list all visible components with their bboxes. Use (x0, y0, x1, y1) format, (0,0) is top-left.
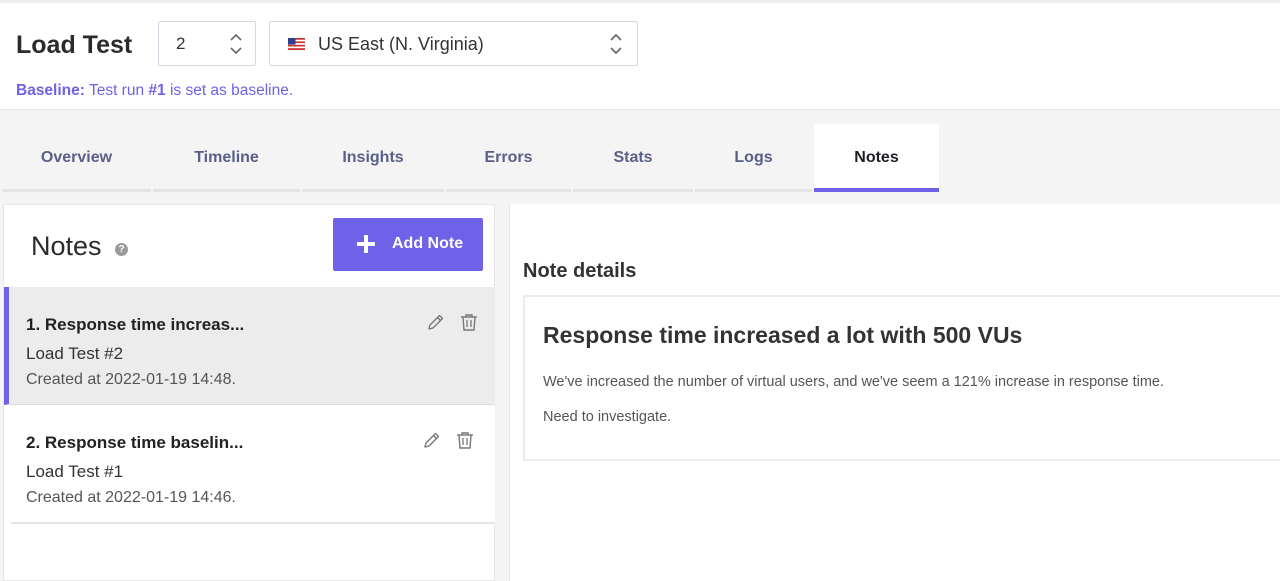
note-details-title: Response time increased a lot with 500 V… (543, 322, 1023, 348)
baseline-run-link[interactable]: #1 (148, 82, 165, 99)
baseline-label: Baseline: (16, 82, 85, 99)
note-details-panel: Note details Response time increased a l… (509, 204, 1280, 581)
tab-errors[interactable]: Errors (446, 124, 571, 192)
note-title: 1. Response time increas... (26, 315, 245, 334)
tab-logs[interactable]: Logs (695, 124, 812, 192)
notes-title: Notes (31, 231, 102, 261)
baseline-text-after: is set as baseline. (165, 82, 294, 99)
baseline-info: Baseline: Test run #1 is set as baseline… (16, 82, 293, 100)
plus-icon (357, 235, 375, 253)
tab-stats[interactable]: Stats (573, 124, 693, 192)
note-details-card: Response time increased a lot with 500 V… (523, 295, 1280, 461)
trash-icon[interactable] (455, 430, 475, 450)
add-note-button[interactable]: Add Note (333, 218, 483, 271)
region-value: US East (N. Virginia) (318, 34, 484, 54)
test-run-value: 2 (176, 34, 186, 53)
chevron-updown-icon (230, 33, 242, 55)
note-details-heading: Note details (523, 260, 637, 282)
pencil-icon[interactable] (426, 312, 446, 332)
tab-insights[interactable]: Insights (302, 124, 444, 192)
note-test-name: Load Test #2 (26, 344, 124, 363)
note-list-item[interactable]: 2. Response time baselin... Load Test #1… (11, 406, 495, 524)
pencil-icon[interactable] (422, 430, 442, 450)
tab-timeline[interactable]: Timeline (153, 124, 300, 192)
baseline-text-before: Test run (84, 82, 149, 99)
notes-list-panel: Notes ? Add Note 1. Response time increa… (3, 204, 495, 581)
note-details-paragraph: Need to investigate. (543, 409, 672, 425)
add-note-label: Add Note (392, 235, 464, 252)
tab-label: Overview (40, 149, 113, 166)
tab-label: Timeline (194, 149, 259, 166)
tab-label: Stats (613, 149, 653, 166)
tab-label: Logs (734, 149, 773, 166)
tab-label: Insights (342, 149, 404, 166)
page-header: Load Test 2 US East (N. Virginia) Baseli… (0, 3, 1280, 110)
note-list-item[interactable]: 1. Response time increas... Load Test #2… (4, 287, 495, 405)
tab-overview[interactable]: Overview (2, 124, 151, 192)
chevron-updown-icon (610, 33, 622, 55)
content-area: Notes ? Add Note 1. Response time increa… (0, 192, 1280, 581)
tab-notes[interactable]: Notes (814, 124, 939, 192)
help-icon[interactable]: ? (115, 243, 128, 256)
note-created-date: Created at 2022-01-19 14:48. (26, 371, 236, 388)
tab-label: Errors (484, 149, 533, 166)
note-created-date: Created at 2022-01-19 14:46. (26, 489, 236, 506)
test-run-select[interactable]: 2 (158, 21, 256, 66)
trash-icon[interactable] (459, 312, 479, 332)
note-title: 2. Response time baselin... (26, 433, 244, 452)
tab-bar: Overview Timeline Insights Errors Stats … (0, 110, 1280, 192)
note-details-paragraph: We've increased the number of virtual us… (543, 374, 1165, 390)
region-select[interactable]: US East (N. Virginia) (269, 21, 638, 66)
tab-label: Notes (854, 149, 899, 166)
us-flag-icon (288, 37, 305, 50)
page-title: Load Test (16, 31, 133, 59)
note-test-name: Load Test #1 (26, 462, 124, 481)
